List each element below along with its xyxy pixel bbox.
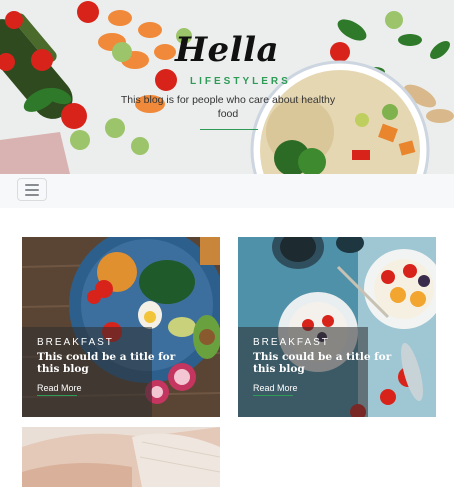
post-title[interactable]: This could be a title for this blog: [37, 351, 187, 375]
menu-toggle-button[interactable]: [17, 178, 47, 201]
site-subtitle: LIFESTYLERS: [190, 76, 291, 87]
post-category[interactable]: BREAKFAST: [37, 337, 114, 348]
post-category[interactable]: BREAKFAST: [253, 337, 330, 348]
read-more-underline: [253, 395, 293, 396]
read-more-link[interactable]: Read More: [37, 383, 82, 393]
navbar: [0, 174, 454, 208]
hero-background-image: [0, 0, 454, 174]
title-underline: [200, 129, 258, 130]
read-more-link[interactable]: Read More: [253, 383, 298, 393]
post-card[interactable]: [22, 427, 220, 487]
hero-header: Hella LIFESTYLERS This blog is for peopl…: [0, 0, 454, 174]
read-more-underline: [37, 395, 77, 396]
hamburger-icon-bar: [25, 189, 39, 191]
post-title[interactable]: This could be a title for this blog: [253, 351, 403, 375]
hamburger-icon: [25, 184, 39, 186]
post-image: [22, 427, 220, 487]
hamburger-icon-bar: [25, 194, 39, 196]
site-title[interactable]: Hella: [0, 30, 454, 70]
post-card[interactable]: BREAKFAST This could be a title for this…: [22, 237, 220, 417]
site-tagline: This blog is for people who care about h…: [120, 94, 336, 120]
post-card[interactable]: BREAKFAST This could be a title for this…: [238, 237, 436, 417]
